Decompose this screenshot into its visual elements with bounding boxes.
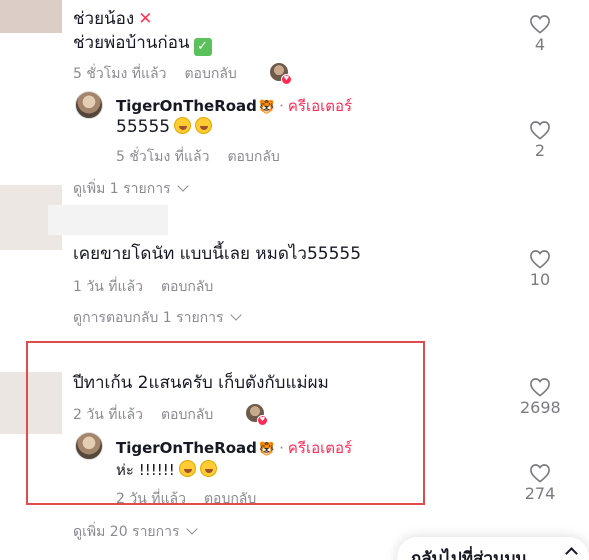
heart-outline-icon: [530, 378, 550, 397]
comment-text: เคยขายโดนัท แบบนี้เลย หมดไว55555: [73, 244, 362, 264]
comment-text: ช่วยน้อง ✕: [73, 9, 153, 29]
like-button[interactable]: 10: [520, 249, 560, 289]
reply-button[interactable]: ตอบกลับ: [227, 149, 279, 165]
view-more-replies[interactable]: ดูเพิ่ม 1 รายการ: [73, 178, 189, 200]
creator-liked-avatar: ♥: [246, 404, 268, 426]
tiger-icon: 🐯: [258, 100, 276, 115]
creator-badge: ครีเอเตอร์: [287, 97, 353, 115]
blurred-username: [48, 205, 168, 235]
reply-button[interactable]: ตอบกลับ: [161, 279, 213, 295]
reply-meta: 5 ชั่วโมง ที่แล้ว ตอบกลับ: [116, 149, 280, 165]
laughing-emoji-icon: [178, 460, 196, 477]
like-count: 2698: [520, 398, 561, 417]
creator-badge: ครีเอเตอร์: [287, 439, 353, 457]
view-more-replies[interactable]: ดูเพิ่ม 20 รายการ: [73, 521, 198, 543]
comment-text: ช่วยพ่อบ้านก่อน ✓: [73, 31, 212, 56]
heart-icon: ♥: [281, 74, 292, 85]
comment-meta: 2 วัน ที่แล้ว ตอบกลับ: [73, 407, 214, 423]
like-button[interactable]: 2698: [520, 377, 561, 417]
tiger-icon: 🐯: [258, 442, 276, 457]
creator-liked-avatar: ♥: [270, 63, 292, 85]
reply-button[interactable]: ตอบกลับ: [204, 491, 256, 507]
comment-text: ปีทาเก้น 2แสนครับ เก็บตังกับแม่ผม: [73, 373, 329, 393]
like-count: 10: [529, 270, 551, 289]
like-count: 4: [534, 35, 546, 54]
chevron-up-icon: [565, 547, 578, 560]
like-button[interactable]: 274: [520, 463, 560, 503]
heart-icon: ♥: [257, 415, 268, 426]
reply-text: ห่ะ !!!!!!: [116, 458, 217, 482]
like-count: 2: [534, 141, 546, 160]
heart-outline-icon: [530, 250, 550, 269]
comment-meta: 5 ชั่วโมง ที่แล้ว ตอบกลับ: [73, 63, 237, 85]
like-button[interactable]: 2: [520, 120, 560, 160]
heart-outline-icon: [530, 464, 550, 483]
cross-mark-icon: ✕: [138, 9, 153, 29]
chevron-down-icon: [176, 180, 189, 192]
reply-text: 55555: [116, 115, 213, 139]
reply-author[interactable]: TigerOnTheRoad 🐯 · ครีเอเตอร์: [116, 436, 352, 460]
laughing-emoji-icon: [174, 117, 192, 134]
creator-avatar[interactable]: [75, 432, 103, 460]
heart-outline-icon: [530, 15, 550, 34]
like-count: 274: [524, 484, 556, 503]
reply-button[interactable]: ตอบกลับ: [161, 407, 213, 423]
reply-meta: 2 วัน ที่แล้ว ตอบกลับ: [116, 491, 257, 507]
heart-outline-icon: [530, 121, 550, 140]
laughing-emoji-icon: [199, 460, 217, 477]
like-button[interactable]: 4: [520, 14, 560, 54]
chevron-down-icon: [229, 309, 242, 321]
blurred-avatar: [0, 0, 62, 33]
comment-meta: 1 วัน ที่แล้ว ตอบกลับ: [73, 279, 214, 295]
reply-button[interactable]: ตอบกลับ: [184, 66, 236, 82]
back-to-top-button[interactable]: กลับไปที่ส่วนบน: [397, 537, 589, 560]
view-replies[interactable]: ดูการตอบกลับ 1 รายการ: [73, 307, 242, 329]
comment-time: 5 ชั่วโมง ที่แล้ว: [73, 66, 167, 82]
laughing-emoji-icon: [195, 117, 213, 134]
creator-avatar[interactable]: [75, 91, 103, 119]
chevron-down-icon: [185, 523, 198, 535]
check-mark-icon: ✓: [193, 38, 212, 56]
back-to-top-label: กลับไปที่ส่วนบน: [411, 549, 528, 560]
